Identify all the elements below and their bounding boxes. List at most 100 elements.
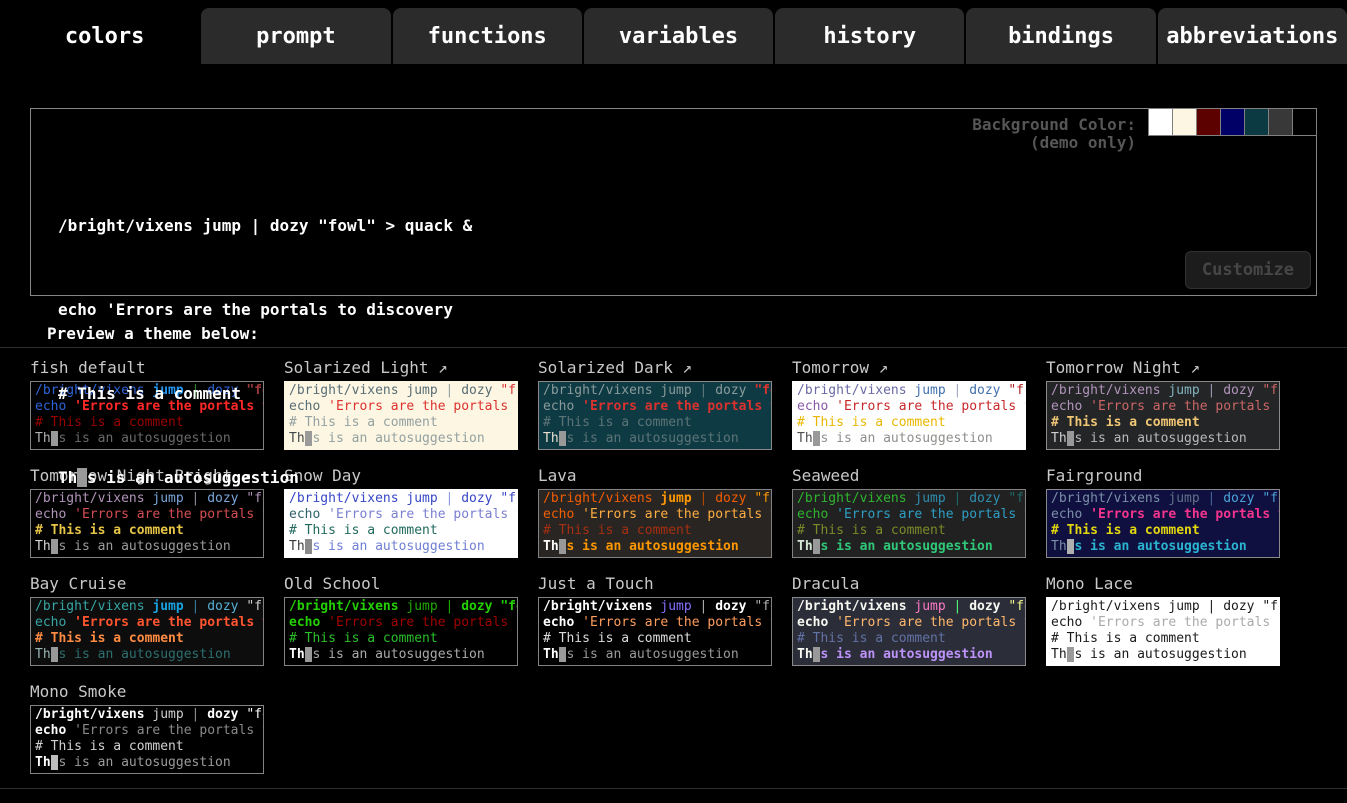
token-path: /bright/vixens [543,599,660,614]
token-comment: # This is a comment [35,739,184,754]
theme-preview[interactable]: /bright/vixens jump | dozy "fowl" > quac… [284,597,518,666]
theme-card[interactable]: Mono Smoke/bright/vixens jump | dozy "fo… [30,682,264,774]
token-dozy: dozy [1223,491,1262,506]
token-suggest: s is an autosuggestion [58,755,230,770]
theme-preview[interactable]: /bright/vixens jump | dozy "fowl" > quac… [30,597,264,666]
theme-sample-line: This is an autosuggestion [797,539,1021,555]
theme-sample-line: echo 'Errors are the portals to discover… [797,507,1021,523]
theme-sample-line: echo 'Errors are the portals to discover… [543,507,767,523]
theme-card[interactable]: Just a Touch/bright/vixens jump | dozy "… [538,574,772,666]
theme-preview[interactable]: /bright/vixens jump | dozy "fowl" > quac… [792,381,1026,450]
theme-sample-line: This is an autosuggestion [797,431,1021,447]
token-typed: Th [797,647,813,662]
theme-sample-line: /bright/vixens jump | dozy "fowl" > quac… [1051,599,1275,615]
theme-card[interactable]: Seaweed/bright/vixens jump | dozy "fowl"… [792,466,1026,558]
token-param: jump [660,383,699,398]
token-echo: echo [797,399,836,414]
theme-preview[interactable]: /bright/vixens jump | dozy "fowl" > quac… [1046,597,1280,666]
theme-sample-line: # This is a comment [35,631,259,647]
customize-button[interactable]: Customize [1185,251,1311,289]
theme-card[interactable]: Bay Cruise/bright/vixens jump | dozy "fo… [30,574,264,666]
token-suggest: s is an autosuggestion [566,647,738,662]
theme-name[interactable]: Old School [284,574,518,594]
theme-preview[interactable]: /bright/vixens jump | dozy "fowl" > quac… [1046,381,1280,450]
theme-name[interactable]: Tomorrow Night ↗ [1046,358,1280,378]
token-comment: # This is a comment [35,631,184,646]
token-echo: echo [35,615,74,630]
tab-history[interactable]: history [775,8,964,64]
theme-name[interactable]: Tomorrow ↗ [792,358,1026,378]
theme-card[interactable]: Solarized Dark ↗ /bright/vixens jump | do… [538,358,772,450]
bg-swatches [1148,108,1317,136]
theme-preview[interactable]: /bright/vixens jump | dozy "fowl" > quac… [538,597,772,666]
token-path: /bright/vixens [289,599,406,614]
theme-sample-line: This is an autosuggestion [1051,539,1275,555]
bg-swatch-6[interactable] [1269,108,1293,136]
theme-name[interactable]: Just a Touch [538,574,772,594]
sample-line-1: /bright/vixens jump | dozy "fowl" > quac… [58,212,472,240]
theme-preview[interactable]: /bright/vixens jump | dozy "fowl" > quac… [538,381,772,450]
theme-sample-line: echo 'Errors are the portals to discover… [35,723,259,739]
tab-variables[interactable]: variables [584,8,773,64]
bg-swatch-7[interactable] [1293,108,1317,136]
theme-card[interactable]: Fairground/bright/vixens jump | dozy "fo… [1046,466,1280,558]
theme-name[interactable]: Seaweed [792,466,1026,486]
theme-card[interactable]: Tomorrow ↗ /bright/vixens jump | dozy "fo… [792,358,1026,450]
token-suggest: s is an autosuggestion [1074,539,1246,554]
token-param: jump [660,491,699,506]
theme-card[interactable]: Mono Lace/bright/vixens jump | dozy "fow… [1046,574,1280,666]
theme-name[interactable]: Solarized Dark ↗ [538,358,772,378]
theme-card[interactable]: Dracula/bright/vixens jump | dozy "fowl"… [792,574,1026,666]
theme-name[interactable]: Dracula [792,574,1026,594]
theme-card[interactable]: Lava/bright/vixens jump | dozy "fowl" > … [538,466,772,558]
token-squote: 'Errors are the portals to discovery [582,507,772,522]
token-param: jump [660,599,699,614]
theme-card[interactable]: Old School/bright/vixens jump | dozy "fo… [284,574,518,666]
terminal-sample-text: /bright/vixens jump | dozy "fowl" > quac… [58,156,472,548]
theme-name[interactable]: Mono Lace [1046,574,1280,594]
theme-name[interactable]: Fairground [1046,466,1280,486]
bg-swatch-4[interactable] [1221,108,1245,136]
token-path: /bright/vixens [797,599,914,614]
token-dquote: "fowl" > quack & [1008,599,1026,614]
tab-prompt[interactable]: prompt [201,8,390,64]
theme-preview[interactable]: /bright/vixens jump | dozy "fowl" > quac… [792,489,1026,558]
theme-preview[interactable]: /bright/vixens jump | dozy "fowl" > quac… [538,489,772,558]
bg-swatch-5[interactable] [1245,108,1269,136]
token-suggest: s is an autosuggestion [566,431,738,446]
theme-name[interactable]: Lava [538,466,772,486]
theme-preview[interactable]: /bright/vixens jump | dozy "fowl" > quac… [30,705,264,774]
bg-swatch-3[interactable] [1197,108,1221,136]
token-squote: 'Errors are the portals to discovery [74,615,264,630]
token-dozy: dozy [715,383,754,398]
token-suggest: s is an autosuggestion [820,431,992,446]
token-squote: 'Errors are the portals to discovery [328,615,518,630]
token-echo: echo [797,615,836,630]
theme-preview[interactable]: /bright/vixens jump | dozy "fowl" > quac… [792,597,1026,666]
token-dquote: "fowl" > quack & [1008,383,1026,398]
theme-sample-line: # This is a comment [289,631,513,647]
theme-name[interactable]: Mono Smoke [30,682,264,702]
token-param: jump [914,383,953,398]
theme-name[interactable]: Bay Cruise [30,574,264,594]
token-param: jump [152,599,191,614]
bg-swatch-1[interactable] [1148,108,1173,136]
token-param: jump [406,599,445,614]
theme-card[interactable]: Tomorrow Night ↗ /bright/vixens jump | do… [1046,358,1280,450]
bg-swatch-2[interactable] [1173,108,1197,136]
tab-colors[interactable]: colors [10,8,199,64]
theme-preview[interactable]: /bright/vixens jump | dozy "fowl" > quac… [1046,489,1280,558]
tab-bindings[interactable]: bindings [966,8,1155,64]
tab-abbreviations[interactable]: abbreviations [1158,8,1347,64]
token-pipe: | [700,491,716,506]
token-typed: Th [35,647,51,662]
tab-functions[interactable]: functions [393,8,582,64]
theme-sample-line: /bright/vixens jump | dozy "fowl" > quac… [797,383,1021,399]
token-typed: Th [35,539,51,554]
theme-sample-line: /bright/vixens jump | dozy "fowl" > quac… [543,599,767,615]
token-comment: # This is a comment [543,415,692,430]
theme-sample-line: This is an autosuggestion [1051,647,1275,663]
token-squote: 'Errors are the portals to discovery [1090,615,1280,630]
token-typed: Th [797,539,813,554]
sample-typed-text: Th [58,468,77,487]
